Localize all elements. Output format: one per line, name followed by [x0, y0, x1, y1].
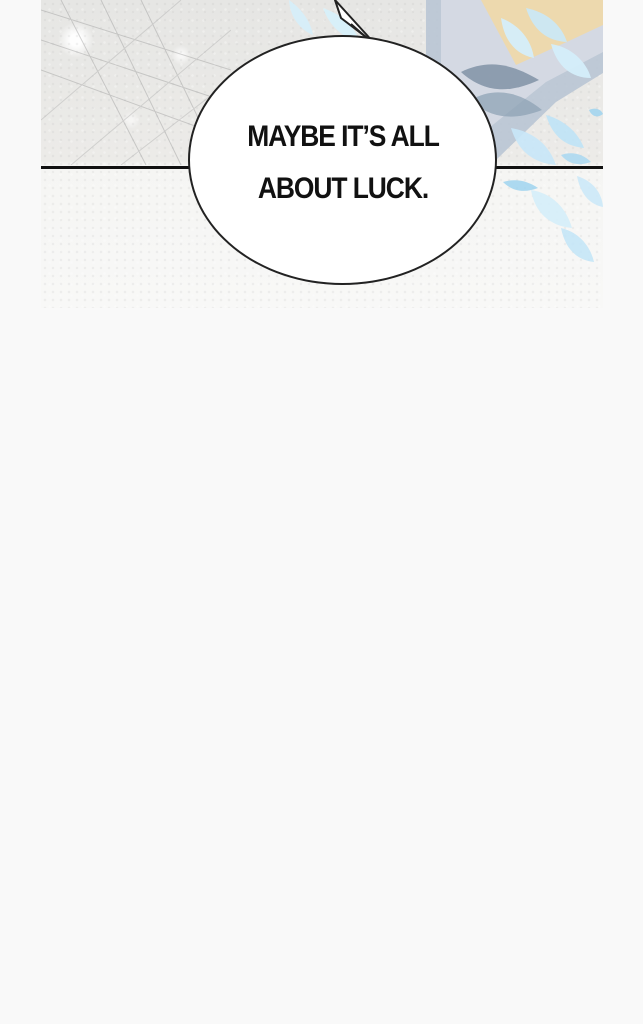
comic-panel: MAYBE IT’S ALL ABOUT LUCK. [41, 0, 603, 308]
speech-bubble: MAYBE IT’S ALL ABOUT LUCK. [188, 35, 497, 285]
blank-page-area [0, 308, 643, 1024]
comic-page: MAYBE IT’S ALL ABOUT LUCK. [0, 0, 643, 1024]
speech-text: MAYBE IT’S ALL ABOUT LUCK. [246, 120, 440, 205]
